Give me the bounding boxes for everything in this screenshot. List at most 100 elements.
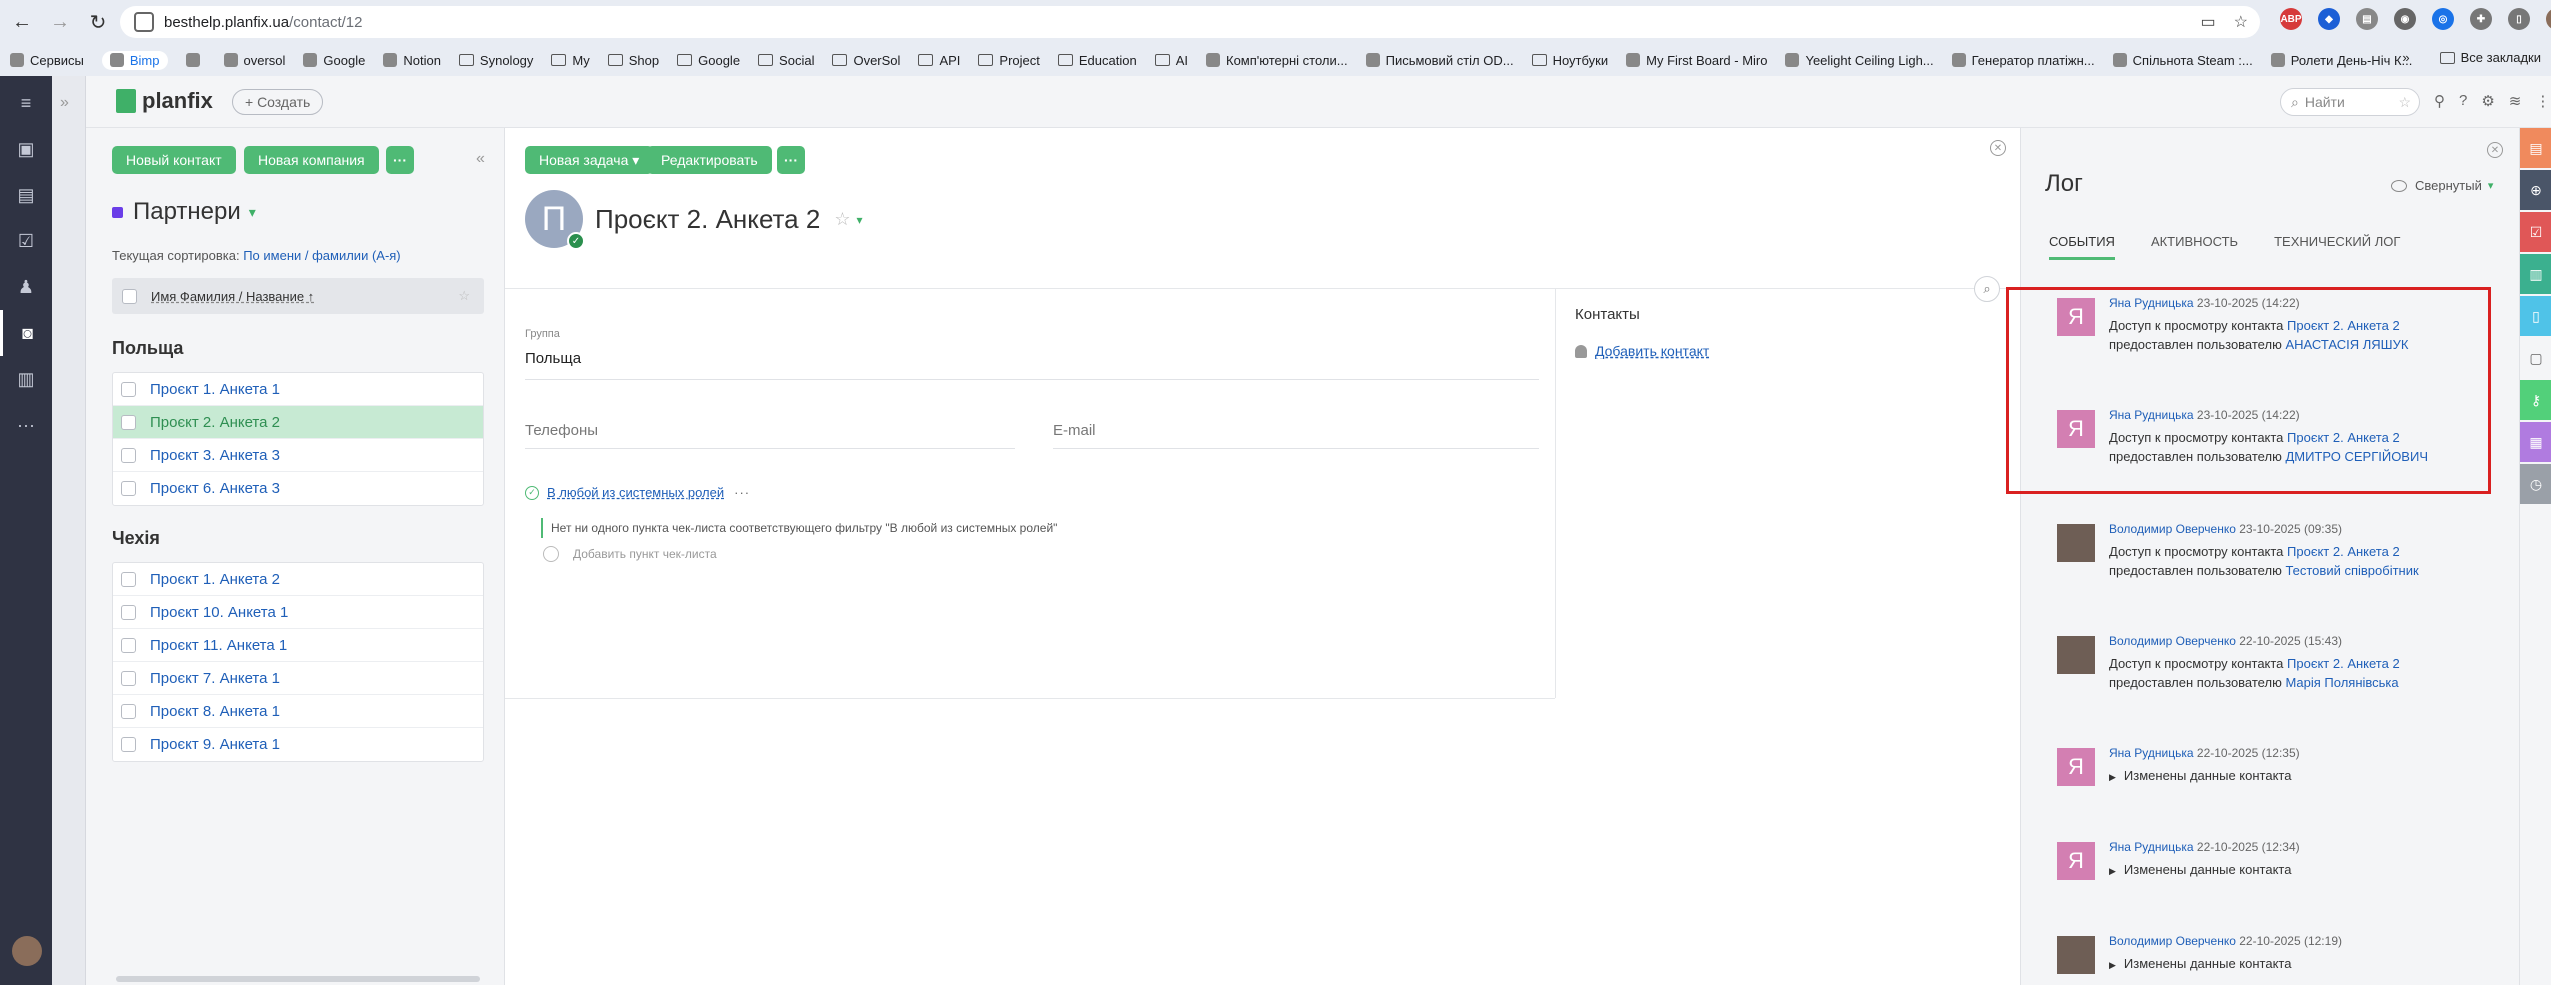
list-item[interactable]: Проєкт 8. Анкета 1 [113,695,483,728]
bookmark-item[interactable]: Google [677,53,740,68]
log-view-mode[interactable]: Свернутый ▾ [2391,178,2493,193]
back-icon[interactable]: ← [6,6,38,38]
row-checkbox[interactable] [121,604,136,620]
create-button[interactable]: + Создать [232,89,324,115]
row-checkbox[interactable] [121,414,136,430]
checklist-icon[interactable]: ☑ [0,218,52,264]
author-avatar[interactable] [2057,524,2095,562]
bookmark-item[interactable]: Ролети День-Ніч К... [2270,53,2412,68]
bookmark-item[interactable]: Google [303,53,365,68]
edit-button[interactable]: Редактировать [647,146,772,174]
author-link[interactable]: Яна Рудницька [2109,746,2194,760]
inbox-icon[interactable]: ▥ [2520,254,2551,294]
inbox-icon[interactable]: ▤ [0,172,52,218]
planfix-logo[interactable]: planfix [116,88,213,114]
bookmark-item[interactable]: Письмовий стіл OD... [1365,53,1514,68]
favorite-star-icon[interactable]: ☆ [834,209,850,230]
new-company-button[interactable]: Новая компания [244,146,379,174]
search-icon[interactable]: ⌕ [1974,276,2000,302]
list-item[interactable]: Проєкт 10. Анкета 1 [113,596,483,629]
hamburger-menu-icon[interactable]: ≡ [0,80,52,126]
expand-panel-icon[interactable]: » [60,94,69,112]
checklist-filter-link[interactable]: В любой из системных ролей [547,485,724,500]
list-more-button[interactable]: ··· [386,146,414,174]
new-task-button[interactable]: Новая задача ▾ [525,146,654,174]
add-contact-link[interactable]: Добавить контакт [1575,343,1709,359]
log-entry-changed[interactable]: ▶ Изменены данные контакта [2109,768,2291,783]
expand-triangle-icon[interactable]: ▶ [2109,772,2116,782]
bookmark-item[interactable]: Synology [458,53,533,68]
user-avatar[interactable] [12,936,42,966]
puzzle-icon[interactable]: ✚ [2470,8,2492,30]
bookmark-item[interactable]: Project [978,53,1040,68]
bookmark-item[interactable]: Yeelight Ceiling Ligh... [1785,53,1934,68]
list-item[interactable]: Проєкт 7. Анкета 1 [113,662,483,695]
author-link[interactable]: Володимир Оверченко [2109,934,2236,948]
all-bookmarks[interactable]: » Все закладки [2402,50,2541,65]
profile-avatar[interactable] [2546,8,2551,30]
group-value[interactable]: Польща [525,350,581,367]
contact-link[interactable]: Проєкт 2. Анкета 2 [2287,544,2400,559]
email-field[interactable]: E-mail [1053,422,1096,439]
bookmark-item[interactable]: Notion [383,53,441,68]
list-item[interactable]: Проєкт 11. Анкета 1 [113,629,483,662]
expand-triangle-icon[interactable]: ▶ [2109,866,2116,876]
bookmark-item[interactable]: Bimp [101,50,168,70]
tasks-icon[interactable]: ▣ [0,126,52,172]
site-info-icon[interactable] [134,12,154,32]
card-more-button[interactable]: ··· [777,146,805,174]
checklist-more-icon[interactable]: ··· [734,485,750,500]
log-entry-changed[interactable]: ▶ Изменены данные контакта [2109,956,2291,971]
author-avatar[interactable]: Я [2057,748,2095,786]
row-checkbox[interactable] [121,703,136,719]
row-checkbox[interactable] [121,637,136,653]
comments-icon[interactable]: ▤ [2520,128,2551,168]
collapse-panel-icon[interactable]: « [476,150,485,168]
user-link[interactable]: Марія Полянівська [2285,675,2398,690]
select-all-checkbox[interactable] [122,288,137,304]
key-icon[interactable]: ⚷ [2520,380,2551,420]
row-checkbox[interactable] [121,381,136,397]
log-tab[interactable]: Технический лог [2274,234,2400,260]
documents-icon[interactable]: ▢ [2520,338,2551,378]
row-checkbox[interactable] [121,737,136,752]
list-item[interactable]: Проєкт 6. Анкета 3 [113,472,483,505]
extension-icon[interactable]: ▤ [2356,8,2378,30]
global-search[interactable]: ⌕ Найти ☆ [2280,88,2420,116]
list-item[interactable]: Проєкт 9. Анкета 1 [113,728,483,761]
favorite-star-icon[interactable]: ☆ [458,288,470,304]
bookmark-item[interactable]: Генератор платіжн... [1951,53,2095,68]
list-item[interactable]: Проєкт 3. Анкета 3 [113,439,483,472]
extension-icon[interactable]: ◉ [2394,8,2416,30]
adblock-icon[interactable]: ABP [2280,8,2302,30]
contacts-icon[interactable]: ◙ [0,310,52,356]
close-log-icon[interactable]: ✕ [2487,142,2503,158]
shield-icon[interactable]: ◆ [2318,8,2340,30]
favorite-star-icon[interactable]: ☆ [2398,94,2411,111]
add-checklist-item[interactable]: Добавить пункт чек-листа [543,546,717,562]
files-icon[interactable]: ▯ [2520,296,2551,336]
layers-icon[interactable]: ≋ [2509,92,2522,110]
sort-value-link[interactable]: По имени / фамилии (А-я) [243,248,400,263]
reload-icon[interactable]: ↻ [82,6,114,38]
reports-icon[interactable]: ▥ [0,356,52,402]
author-link[interactable]: Володимир Оверченко [2109,522,2236,536]
employees-icon[interactable]: ♟ [0,264,52,310]
bookmark-item[interactable]: My First Board - Miro [1626,53,1767,68]
author-avatar[interactable] [2057,636,2095,674]
row-checkbox[interactable] [121,670,136,686]
expand-triangle-icon[interactable]: ▶ [2109,960,2116,970]
bookmark-item[interactable]: Спільнота Steam :... [2112,53,2253,68]
list-item[interactable]: Проєкт 1. Анкета 2 [113,563,483,596]
row-checkbox[interactable] [121,481,136,496]
bookmark-item[interactable]: Shop [607,53,659,68]
list-item[interactable]: Проєкт 1. Анкета 1 [113,373,483,406]
extension-icon[interactable]: ◎ [2432,8,2454,30]
author-avatar[interactable]: Я [2057,842,2095,880]
bookmark-item[interactable]: My [551,53,590,68]
horizontal-scrollbar[interactable] [116,976,480,982]
author-avatar[interactable] [2057,936,2095,974]
bookmark-item[interactable]: Сервисы [10,53,84,68]
list-title[interactable]: Партнери ▾ [112,198,256,226]
list-item[interactable]: Проєкт 2. Анкета 2 [113,406,483,439]
